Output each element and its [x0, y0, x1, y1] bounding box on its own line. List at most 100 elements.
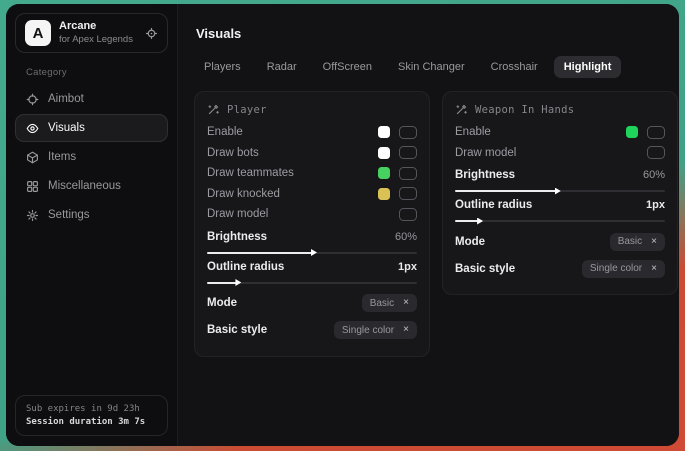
- toggle-row: Draw bots: [207, 143, 417, 164]
- slider-thumb[interactable]: [477, 218, 483, 225]
- sidebar-item-label: Settings: [48, 209, 90, 221]
- sidebar-item-label: Aimbot: [48, 93, 84, 105]
- tag-label: Basic style: [207, 324, 334, 336]
- tag-pill[interactable]: Single color ×: [334, 321, 417, 339]
- crosshair-icon: [26, 93, 39, 106]
- tag-value: Single color: [342, 325, 394, 336]
- wand-icon: [207, 103, 220, 116]
- sidebar-item-label: Items: [48, 151, 76, 163]
- slider-thumb[interactable]: [235, 279, 241, 286]
- tag-row: Basic styleSingle color×: [455, 256, 665, 281]
- tab-skin-changer[interactable]: Skin Changer: [388, 56, 475, 78]
- toggle-row: Draw model: [207, 204, 417, 225]
- panel-title: Weapon In Hands: [475, 104, 574, 116]
- tag-pill[interactable]: Basic ×: [610, 233, 665, 251]
- sidebar-item-visuals[interactable]: Visuals: [15, 114, 168, 142]
- slider-thumb[interactable]: [311, 249, 317, 256]
- slider-track[interactable]: [455, 190, 665, 192]
- tab-players[interactable]: Players: [194, 56, 251, 78]
- sidebar-item-miscellaneous[interactable]: Miscellaneous: [15, 172, 168, 200]
- checkbox[interactable]: [399, 187, 417, 200]
- slider-fill: [207, 252, 312, 254]
- color-swatch[interactable]: [378, 126, 390, 138]
- toggle-row: Enable: [455, 122, 665, 143]
- toggle-label: Enable: [207, 126, 378, 138]
- checkbox[interactable]: [399, 146, 417, 159]
- slider-thumb[interactable]: [555, 188, 561, 195]
- tab-highlight[interactable]: Highlight: [554, 56, 622, 78]
- checkbox[interactable]: [647, 126, 665, 139]
- slider-label: Outline radius: [207, 261, 398, 273]
- tag-value: Basic: [370, 298, 394, 309]
- panel-player: Player Enable Draw bots Draw teammates Draw …: [194, 91, 430, 357]
- sidebar-item-aimbot[interactable]: Aimbot: [15, 85, 168, 113]
- remove-tag-icon[interactable]: ×: [403, 298, 409, 308]
- tag-row: ModeBasic×: [207, 291, 417, 316]
- slider-value: 60%: [395, 231, 417, 243]
- slider-track[interactable]: [207, 252, 417, 254]
- toggle-label: Draw bots: [207, 147, 378, 159]
- slider-track[interactable]: [207, 282, 417, 284]
- category-label: Category: [26, 67, 168, 78]
- tab-bar: Players Radar OffScreen Skin Changer Crossha…: [194, 56, 678, 78]
- box-icon: [26, 151, 39, 164]
- target-icon[interactable]: [145, 27, 158, 40]
- app-logo: A: [25, 20, 51, 46]
- slider-fill: [455, 220, 478, 222]
- slider-block: Outline radius1px: [207, 261, 417, 284]
- session-card: Sub expires in 9d 23h Session duration 3…: [15, 395, 168, 436]
- tab-crosshair[interactable]: Crosshair: [481, 56, 548, 78]
- checkbox[interactable]: [647, 146, 665, 159]
- gear-icon: [26, 209, 39, 222]
- wand-icon: [455, 103, 468, 116]
- slider-label: Brightness: [207, 231, 395, 243]
- session-duration-text: Session duration 3m 7s: [26, 417, 157, 427]
- tab-radar[interactable]: Radar: [257, 56, 307, 78]
- sidebar-item-label: Miscellaneous: [48, 180, 121, 192]
- tag-row: Basic style Single color ×: [207, 318, 417, 343]
- remove-tag-icon[interactable]: ×: [651, 237, 657, 247]
- app-window: A Arcane for Apex Legends Category Aimbo…: [6, 4, 679, 446]
- color-swatch[interactable]: [378, 147, 390, 159]
- toggle-row: Draw teammates: [207, 163, 417, 184]
- slider-fill: [207, 282, 236, 284]
- toggle-label: Draw model: [455, 147, 647, 159]
- tag-value: Single color: [590, 263, 642, 274]
- tag-row: Mode Basic ×: [455, 229, 665, 254]
- slider-block: Outline radius1px: [455, 199, 665, 222]
- slider-block: Brightness60%: [207, 231, 417, 254]
- remove-tag-icon[interactable]: ×: [403, 325, 409, 335]
- main-content: Visuals Players Radar OffScreen Skin Change…: [178, 4, 679, 446]
- color-swatch[interactable]: [378, 188, 390, 200]
- tab-offscreen[interactable]: OffScreen: [313, 56, 382, 78]
- remove-tag-icon[interactable]: ×: [651, 264, 657, 274]
- slider-value: 60%: [643, 169, 665, 181]
- slider-label: Outline radius: [455, 199, 646, 211]
- eye-icon: [26, 122, 39, 135]
- tag-label: Mode: [455, 236, 610, 248]
- toggle-label: Enable: [455, 126, 626, 138]
- checkbox[interactable]: [399, 208, 417, 221]
- app-header-card: A Arcane for Apex Legends: [15, 13, 168, 53]
- panels-container: Player Enable Draw bots Draw teammates Draw …: [194, 91, 678, 357]
- color-swatch[interactable]: [626, 126, 638, 138]
- slider-block: Brightness60%: [455, 169, 665, 192]
- sidebar: A Arcane for Apex Legends Category Aimbo…: [6, 4, 178, 446]
- sidebar-item-items[interactable]: Items: [15, 143, 168, 171]
- app-subtitle: for Apex Legends: [59, 34, 137, 46]
- checkbox[interactable]: [399, 167, 417, 180]
- page-title: Visuals: [196, 26, 678, 41]
- color-swatch[interactable]: [378, 167, 390, 179]
- sidebar-item-label: Visuals: [48, 122, 85, 134]
- tag-value: Basic: [618, 236, 642, 247]
- slider-track[interactable]: [455, 220, 665, 222]
- checkbox[interactable]: [399, 126, 417, 139]
- tag-pill[interactable]: Single color ×: [582, 260, 665, 278]
- toggle-row: Draw model: [455, 143, 665, 164]
- tag-pill[interactable]: Basic ×: [362, 294, 417, 312]
- panel-weapon-in-hands: Weapon In Hands Enable Draw model Brightnes…: [442, 91, 678, 295]
- sidebar-item-settings[interactable]: Settings: [15, 201, 168, 229]
- panel-title: Player: [227, 104, 267, 116]
- slider-value: 1px: [398, 261, 417, 273]
- toggle-row: Enable: [207, 122, 417, 143]
